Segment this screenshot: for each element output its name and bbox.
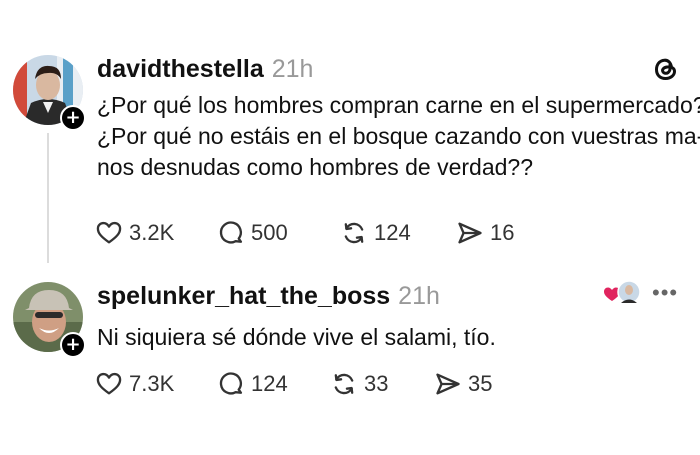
share-count: 35 (468, 371, 493, 396)
repost-count: 124 (374, 220, 411, 245)
heart-icon (96, 221, 122, 244)
send-icon (436, 373, 460, 395)
repost-icon (334, 373, 354, 395)
follow-plus-icon[interactable]: + (60, 332, 86, 358)
post-actions: 7.3K 124 33 35 (95, 370, 492, 398)
post-text-line: Ni siquiera sé dónde vive el salami, tío… (97, 324, 496, 350)
thread-line (47, 133, 49, 263)
follow-plus-icon[interactable]: + (60, 105, 86, 131)
share-count: 16 (490, 220, 515, 245)
post-1: + davidthestella 21h ¿Por qué los hombres… (0, 0, 700, 270)
share-button[interactable]: 16 (456, 219, 514, 247)
repost-count: 33 (364, 371, 389, 396)
comment-icon (219, 372, 243, 395)
post-text-line: ¿Por qué los hombres compran carne en el… (97, 92, 700, 118)
liked-by-author-indicator (602, 279, 642, 307)
post-text-line: nos desnudas como hombres de verdad?? (97, 154, 534, 180)
reply-button[interactable]: 124 (217, 370, 330, 398)
repost-button[interactable]: 33 (330, 370, 434, 398)
post-actions: 3.2K 500 124 16 (95, 219, 514, 247)
comment-icon (219, 221, 243, 244)
like-count: 7.3K (129, 371, 175, 396)
reply-count: 124 (251, 371, 288, 396)
post-text: Ni siquiera sé dónde vive el salami, tío… (97, 322, 496, 353)
post-header: davidthestella 21h (97, 55, 313, 84)
more-options-button[interactable]: ••• (652, 280, 678, 306)
send-icon (458, 222, 482, 244)
username-link[interactable]: davidthestella (97, 55, 264, 83)
timestamp: 21h (271, 55, 314, 83)
timestamp: 21h (398, 282, 440, 310)
post-text-line: ¿Por qué no estáis en el bosque cazando … (97, 123, 700, 149)
share-button[interactable]: 35 (434, 370, 492, 398)
reply-count: 500 (251, 220, 288, 245)
repost-button[interactable]: 124 (340, 219, 456, 247)
like-button[interactable]: 7.3K (95, 370, 217, 398)
reply-button[interactable]: 500 (217, 219, 340, 247)
like-count: 3.2K (129, 220, 175, 245)
username-link[interactable]: spelunker_hat_the_boss (97, 282, 390, 310)
post-text: ¿Por qué los hombres compran carne en el… (97, 90, 700, 183)
threads-logo-icon[interactable] (651, 54, 681, 89)
heart-icon (96, 372, 122, 395)
repost-icon (344, 222, 364, 244)
post-2: + spelunker_hat_the_boss 21h ••• Ni siqui… (0, 270, 700, 455)
post-header: spelunker_hat_the_boss 21h (97, 282, 440, 311)
like-button[interactable]: 3.2K (95, 219, 217, 247)
